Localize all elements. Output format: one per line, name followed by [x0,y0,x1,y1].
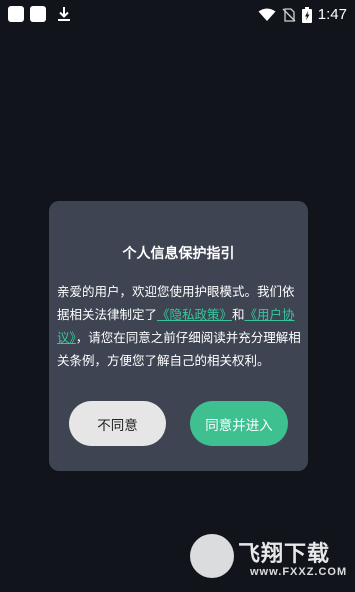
no-sim-icon [282,8,296,22]
watermark-text: 飞翔下载 [238,542,331,567]
decline-button-label: 不同意 [97,417,138,434]
status-time: 1:47 [317,6,347,23]
privacy-dialog: 个人信息保护指引 亲爱的用户，欢迎您使用护眼模式。我们依据相关法律制定了《隐私政… [49,201,308,471]
status-bar-notifications [8,6,72,22]
body-conjunction: 和 [232,307,245,322]
battery-charging-icon [301,7,312,23]
dialog-title: 个人信息保护指引 [122,246,235,262]
app-notification-icon-2 [30,6,46,22]
decline-button[interactable]: 不同意 [69,401,166,446]
download-icon [58,7,70,21]
status-bar: 1:47 [0,0,355,32]
body-text-2: ，请您在同意之前仔细阅读并充分理解相关条例，方便您了解自己的相关权利。 [57,330,301,368]
privacy-policy-link[interactable]: 《隐私政策》 [157,307,232,322]
app-notification-icon [8,6,24,22]
wifi-icon [258,8,276,21]
accept-button[interactable]: 同意并进入 [190,401,288,446]
watermark-url: www.FXXZ.COM [250,566,348,578]
dialog-body: 亲爱的用户，欢迎您使用护眼模式。我们依据相关法律制定了《隐私政策》和《用户协议》… [57,280,303,372]
watermark-logo-icon [190,534,234,578]
status-bar-system: 1:47 [258,6,347,24]
watermark: 飞翔下载 www.FXXZ.COM [190,534,350,584]
accept-button-label: 同意并进入 [205,417,273,434]
